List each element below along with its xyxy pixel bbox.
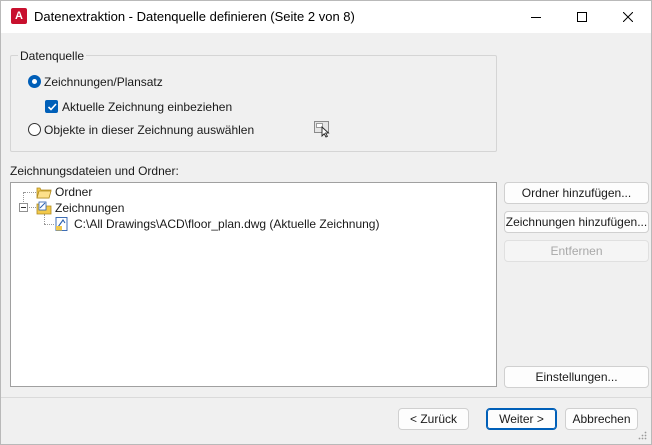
settings-button[interactable]: Einstellungen... (504, 366, 649, 388)
select-objects-button[interactable] (313, 120, 331, 138)
minimize-icon (531, 17, 541, 18)
window-title: Datenextraktion - Datenquelle definieren… (34, 9, 355, 24)
back-button[interactable]: < Zurück (398, 408, 469, 430)
title-bar[interactable]: A Datenextraktion - Datenquelle definier… (1, 1, 651, 33)
tree-line (24, 192, 36, 193)
autocad-app-icon: A (11, 8, 27, 24)
tree-item-folders[interactable]: Ordner (55, 184, 92, 200)
close-icon (623, 12, 633, 22)
add-drawings-button[interactable]: Zeichnungen hinzufügen... (504, 211, 649, 233)
footer-separator (1, 397, 651, 398)
files-section-label: Zeichnungsdateien und Ordner: (10, 164, 179, 178)
resize-grip-icon[interactable] (637, 430, 647, 440)
tree-item-drawing-file[interactable]: C:\All Drawings\ACD\floor_plan.dwg (Aktu… (74, 216, 379, 232)
include-current-label[interactable]: Aktuelle Zeichnung einbeziehen (62, 100, 232, 114)
checkmark-icon (47, 103, 57, 111)
dialog-window: A Datenextraktion - Datenquelle definier… (0, 0, 652, 445)
objects-radio[interactable] (28, 123, 41, 136)
drawings-radio[interactable] (28, 75, 41, 88)
drawings-folder-icon (36, 200, 52, 216)
maximize-icon (577, 12, 587, 22)
tree-item-drawings[interactable]: Zeichnungen (55, 200, 124, 216)
tree-collapse-toggle[interactable] (19, 203, 28, 212)
folder-icon (36, 184, 52, 200)
cancel-button[interactable]: Abbrechen (565, 408, 638, 430)
tree-line (29, 207, 36, 208)
minimize-button[interactable] (513, 1, 559, 33)
next-button[interactable]: Weiter > (486, 408, 557, 430)
remove-button[interactable]: Entfernen (504, 240, 649, 262)
datasource-group-label: Datenquelle (18, 49, 87, 63)
include-current-checkbox[interactable] (45, 100, 58, 113)
tree-line (44, 224, 54, 225)
objects-radio-label[interactable]: Objekte in dieser Zeichnung auswählen (44, 123, 254, 137)
maximize-button[interactable] (559, 1, 605, 33)
dwg-file-icon (54, 216, 70, 232)
close-button[interactable] (605, 1, 651, 33)
select-objects-icon (314, 121, 330, 138)
add-folder-button[interactable]: Ordner hinzufügen... (504, 182, 649, 204)
drawings-radio-label[interactable]: Zeichnungen/Plansatz (44, 75, 163, 89)
